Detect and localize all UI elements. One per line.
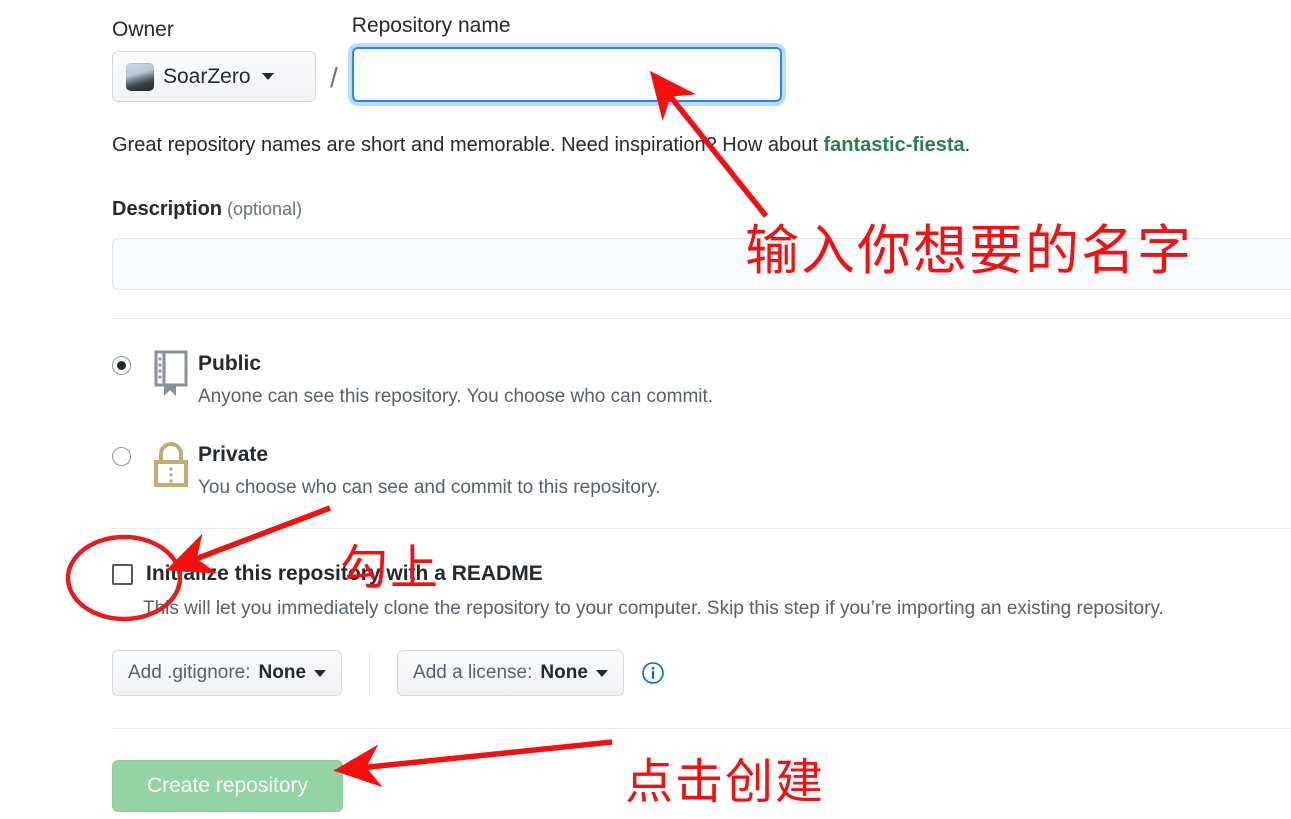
- repository-name-row: Owner SoarZero / Repository name: [112, 14, 782, 103]
- hint-suggested-name[interactable]: fantastic-fiesta: [823, 134, 964, 156]
- extras-vertical-separator: [369, 652, 371, 694]
- chevron-down-icon: [595, 669, 608, 677]
- initialize-readme-row[interactable]: Initialize this repository with a README: [112, 562, 543, 586]
- visibility-private-body: Private You choose who can see and commi…: [198, 443, 661, 499]
- license-prefix-label: Add a license:: [413, 662, 533, 683]
- radio-public[interactable]: [112, 356, 131, 375]
- divider-above-visibility: [112, 318, 1291, 319]
- repository-name-field-group: Repository name: [351, 14, 782, 103]
- hint-text-after: .: [964, 134, 971, 156]
- visibility-public-subtitle: Anyone can see this repository. You choo…: [198, 386, 714, 408]
- divider-above-readme: [112, 528, 1291, 529]
- info-circle-icon[interactable]: [642, 662, 664, 684]
- annotation-overlay: 输入你想要的名字 勾上 点击创建: [0, 0, 1291, 819]
- lock-icon: [150, 441, 192, 487]
- description-input[interactable]: [112, 238, 1291, 290]
- gitignore-prefix-label: Add .gitignore:: [128, 662, 251, 683]
- annotation-arrow-create: [333, 739, 613, 788]
- description-label: Description (optional): [112, 198, 302, 221]
- annotation-arrow-checkbox: [165, 505, 331, 574]
- initialize-readme-label: Initialize this repository with a README: [146, 562, 543, 585]
- owner-repo-separator: /: [330, 62, 338, 94]
- create-repository-button[interactable]: Create repository: [112, 760, 343, 812]
- visibility-option-private[interactable]: Private You choose who can see and commi…: [112, 441, 661, 499]
- extras-row: Add .gitignore: None Add a license: None: [112, 650, 664, 696]
- user-avatar-photo-icon: [126, 62, 154, 91]
- owner-field-group: Owner SoarZero: [112, 18, 316, 103]
- license-select-button[interactable]: Add a license: None: [397, 650, 624, 696]
- owner-name-label: SoarZero: [163, 64, 251, 88]
- description-label-text: Description: [112, 198, 223, 220]
- repository-name-label: Repository name: [351, 14, 511, 37]
- divider-above-submit: [112, 728, 1291, 729]
- repository-name-input[interactable]: [351, 47, 782, 103]
- annotation-label-create: 点击创建: [625, 754, 826, 810]
- create-repository-form: Owner SoarZero / Repository name Great r…: [0, 0, 1291, 819]
- initialize-readme-sublabel: This will let you immediately clone the …: [143, 598, 1164, 619]
- visibility-public-title: Public: [198, 352, 262, 375]
- radio-private[interactable]: [112, 447, 131, 466]
- visibility-private-title: Private: [198, 443, 269, 466]
- owner-label: Owner: [112, 18, 174, 41]
- gitignore-value-label: None: [258, 662, 307, 683]
- repo-book-icon: [150, 350, 192, 396]
- chevron-down-icon: [261, 73, 274, 81]
- visibility-private-subtitle: You choose who can see and commit to thi…: [198, 477, 661, 499]
- repository-name-hint: Great repository names are short and mem…: [112, 134, 970, 157]
- hint-text-before: Great repository names are short and mem…: [112, 134, 824, 156]
- checkbox-initialize-readme[interactable]: [112, 564, 133, 585]
- license-value-label: None: [540, 662, 588, 683]
- owner-select-button[interactable]: SoarZero: [112, 51, 316, 103]
- chevron-down-icon: [314, 669, 327, 677]
- gitignore-select-button[interactable]: Add .gitignore: None: [112, 650, 343, 696]
- visibility-public-body: Public Anyone can see this repository. Y…: [198, 352, 713, 408]
- description-optional-text: (optional): [227, 199, 303, 219]
- visibility-option-public[interactable]: Public Anyone can see this repository. Y…: [112, 350, 713, 408]
